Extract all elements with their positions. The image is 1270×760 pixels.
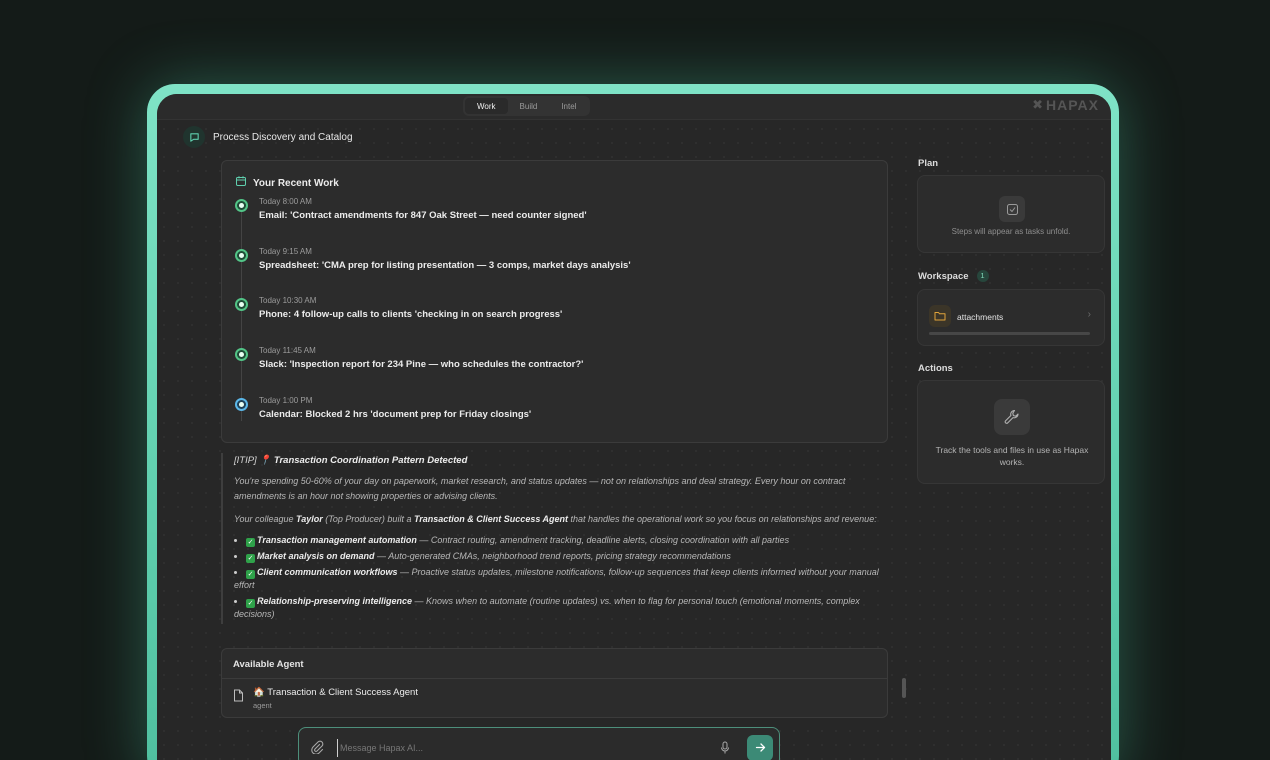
mode-switch: Work Build Intel bbox=[463, 96, 591, 116]
agent-mention: Transaction & Client Success Agent bbox=[413, 514, 568, 524]
timeline-text: Spreadsheet: 'CMA prep for listing prese… bbox=[259, 260, 631, 271]
file-icon bbox=[233, 689, 244, 707]
timeline-text: Email: 'Contract amendments for 847 Oak … bbox=[259, 210, 587, 221]
wrench-icon bbox=[994, 399, 1030, 435]
tip-message: [ITIP] 📍 Transaction Coordination Patter… bbox=[221, 453, 891, 624]
list-item: ✓ Transaction management automation — Con… bbox=[234, 534, 891, 547]
recent-work-header: Your Recent Work bbox=[235, 174, 339, 192]
timeline-time: Today 11:45 AM bbox=[259, 346, 316, 355]
colleague-name: Taylor bbox=[296, 514, 323, 524]
timeline-text: Slack: 'Inspection report for 234 Pine —… bbox=[259, 359, 584, 370]
workspace-title: Workspace bbox=[918, 270, 969, 282]
calendar-icon bbox=[235, 174, 247, 192]
pin-icon: 📍 bbox=[259, 455, 272, 466]
timeline-time: Today 9:15 AM bbox=[259, 247, 312, 256]
tab-build[interactable]: Build bbox=[508, 98, 550, 114]
capability-title: Client communication workflows bbox=[257, 567, 398, 577]
conversation-header: Process Discovery and Catalog bbox=[183, 126, 353, 148]
timeline-item: Today 9:15 AM Spreadsheet: 'CMA prep for… bbox=[235, 247, 875, 287]
recent-work-title: Your Recent Work bbox=[253, 177, 339, 189]
top-bar: Work Build Intel ✖ HAPAX bbox=[157, 94, 1111, 120]
tip-text: Your colleague bbox=[234, 514, 297, 524]
timeline-item: Today 11:45 AM Slack: 'Inspection report… bbox=[235, 346, 875, 386]
list-item: ✓ Market analysis on demand — Auto-genera… bbox=[234, 550, 891, 563]
timeline-item: Today 8:00 AM Email: 'Contract amendment… bbox=[235, 197, 875, 237]
tip-paragraph: You're spending 50-60% of your day on pa… bbox=[234, 476, 846, 501]
actions-empty-text: Track the tools and files in use as Hapa… bbox=[935, 445, 1089, 467]
current-dot-icon bbox=[235, 398, 248, 411]
timeline-time: Today 8:00 AM bbox=[259, 197, 312, 206]
brand-name: HAPAX bbox=[1046, 97, 1099, 113]
check-icon: ✓ bbox=[246, 599, 255, 608]
check-icon: ✓ bbox=[246, 554, 255, 563]
workspace-card: attachments › bbox=[917, 289, 1105, 346]
scrollbar-thumb[interactable] bbox=[902, 678, 906, 698]
completed-dot-icon bbox=[235, 298, 248, 311]
arrow-right-icon bbox=[755, 741, 766, 756]
tip-prefix: [ITIP] bbox=[234, 455, 257, 466]
send-button[interactable] bbox=[747, 735, 773, 760]
capability-title: Relationship-preserving intelligence bbox=[257, 596, 413, 606]
hapax-logo-icon: ✖ bbox=[1032, 97, 1045, 112]
timeline-time: Today 1:00 PM bbox=[259, 396, 313, 405]
folder-icon bbox=[929, 305, 951, 327]
capability-title: Transaction management automation bbox=[257, 535, 417, 545]
message-input[interactable] bbox=[337, 739, 707, 757]
actions-label: Actions bbox=[918, 363, 953, 374]
timeline-text: Calendar: Blocked 2 hrs 'document prep f… bbox=[259, 409, 532, 420]
message-composer bbox=[298, 727, 780, 760]
tip-text: (Top Producer) built a bbox=[322, 514, 414, 524]
completed-dot-icon bbox=[235, 199, 248, 212]
timeline-text: Phone: 4 follow-up calls to clients 'che… bbox=[259, 309, 563, 320]
capability-list: ✓ Transaction management automation — Con… bbox=[234, 534, 891, 621]
agent-item[interactable]: 🏠 Transaction & Client Success Agent age… bbox=[233, 687, 418, 710]
available-agent-card: Available Agent 🏠 Transaction & Client S… bbox=[221, 648, 888, 718]
list-item: ✓ Relationship-preserving intelligence — … bbox=[234, 595, 891, 621]
brand-logo: ✖ HAPAX bbox=[1032, 97, 1099, 113]
actions-card: Track the tools and files in use as Hapa… bbox=[917, 380, 1105, 484]
checkbox-icon bbox=[999, 196, 1025, 222]
workspace-label: Workspace 1 bbox=[918, 270, 989, 282]
conversation-title: Process Discovery and Catalog bbox=[213, 131, 353, 143]
tab-work[interactable]: Work bbox=[465, 98, 508, 114]
capability-title: Market analysis on demand bbox=[257, 551, 375, 561]
recent-work-card: Your Recent Work Today 8:00 AM Email: 'C… bbox=[221, 160, 888, 443]
timeline-item: Today 10:30 AM Phone: 4 follow-up calls … bbox=[235, 296, 875, 336]
agent-type: agent bbox=[253, 701, 272, 710]
completed-dot-icon bbox=[235, 348, 248, 361]
chevron-right-icon[interactable]: › bbox=[1088, 309, 1091, 320]
plan-card: Steps will appear as tasks unfold. bbox=[917, 175, 1105, 253]
available-agent-heading: Available Agent bbox=[222, 649, 887, 679]
plan-label: Plan bbox=[918, 158, 939, 169]
completed-dot-icon bbox=[235, 249, 248, 262]
tip-text: that handles the operational work so you… bbox=[568, 514, 877, 524]
check-icon: ✓ bbox=[246, 570, 255, 579]
plan-empty-text: Steps will appear as tasks unfold. bbox=[951, 227, 1071, 236]
app-window: Work Build Intel ✖ HAPAX Process Discove… bbox=[157, 94, 1111, 760]
microphone-icon[interactable] bbox=[720, 741, 730, 760]
capability-desc: — Auto-generated CMAs, neighborhood tren… bbox=[374, 551, 731, 561]
chat-icon bbox=[183, 126, 205, 148]
paperclip-icon[interactable] bbox=[310, 740, 324, 759]
workspace-count-badge: 1 bbox=[976, 270, 989, 282]
workspace-progress-bar bbox=[929, 332, 1090, 335]
tab-intel[interactable]: Intel bbox=[549, 98, 588, 114]
workspace-item-name[interactable]: attachments bbox=[957, 312, 1003, 322]
tip-title: [ITIP] 📍 Transaction Coordination Patter… bbox=[234, 455, 891, 466]
check-icon: ✓ bbox=[246, 538, 255, 547]
agent-name: 🏠 Transaction & Client Success Agent bbox=[253, 687, 418, 698]
timeline-item: Today 1:00 PM Calendar: Blocked 2 hrs 'd… bbox=[235, 396, 875, 436]
tip-paragraph: Your colleague Taylor (Top Producer) bui… bbox=[234, 512, 891, 527]
timeline-time: Today 10:30 AM bbox=[259, 296, 317, 305]
capability-desc: — Contract routing, amendment tracking, … bbox=[416, 535, 790, 545]
tip-heading: Transaction Coordination Pattern Detecte… bbox=[273, 455, 468, 466]
list-item: ✓ Client communication workflows — Proact… bbox=[234, 566, 891, 592]
